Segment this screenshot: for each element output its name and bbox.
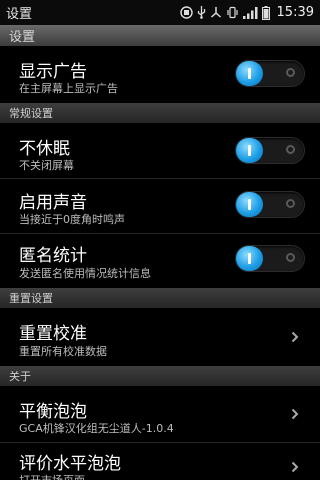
vibrate-icon: [226, 6, 239, 20]
status-icons: 15:39: [179, 5, 314, 20]
settings-screen: 设置 15:39 设置 显示广告 在主屏幕上显示广告 常规设置 不休眠 不关闭屏…: [0, 0, 320, 480]
anon-stats-title: 匿名统计: [19, 246, 87, 266]
toggle-knob: [236, 246, 263, 271]
page-title: 设置: [0, 25, 320, 46]
chevron-right-icon: [289, 459, 301, 475]
reset-calibration-row[interactable]: 重置校准 重置所有校准数据: [0, 309, 320, 365]
status-time: 15:39: [276, 5, 314, 20]
anon-stats-row[interactable]: 匿名统计 发送匿名使用情况统计信息: [0, 234, 320, 288]
anon-stats-toggle[interactable]: [236, 246, 304, 271]
section-reset-settings: 重置设置: [0, 288, 320, 308]
sound-subtitle: 当接近于0度角时鸣声: [19, 213, 125, 226]
reset-calibration-title: 重置校准: [19, 324, 87, 344]
reset-calibration-subtitle: 重置所有校准数据: [19, 345, 107, 358]
rate-app-title: 评价水平泡泡: [19, 454, 121, 474]
no-sleep-title: 不休眠: [19, 139, 70, 159]
anon-stats-subtitle: 发送匿名使用情况统计信息: [19, 267, 151, 280]
chevron-right-icon: [289, 329, 301, 345]
no-sleep-toggle[interactable]: [236, 138, 304, 163]
section-about: 关于: [0, 366, 320, 386]
sound-title: 启用声音: [19, 193, 87, 213]
status-bar-title: 设置: [6, 7, 33, 22]
section-general-settings: 常规设置: [0, 103, 320, 123]
sound-toggle[interactable]: [236, 192, 304, 217]
sync-icon: [179, 6, 193, 20]
no-sleep-row[interactable]: 不休眠 不关闭屏幕: [0, 124, 320, 178]
toggle-knob: [236, 138, 263, 163]
about-app-row[interactable]: 平衡泡泡 GCA机锋汉化组无尘道人-1.0.4: [0, 387, 320, 442]
show-ads-toggle[interactable]: [236, 61, 304, 86]
toggle-off-indicator: [286, 145, 295, 154]
sound-row[interactable]: 启用声音 当接近于0度角时鸣声: [0, 179, 320, 233]
status-bar: 设置 15:39: [0, 0, 320, 25]
toggle-knob: [236, 61, 263, 86]
rate-app-row[interactable]: 评价水平泡泡 打开市场页面: [0, 443, 320, 480]
no-sleep-subtitle: 不关闭屏幕: [19, 159, 74, 172]
show-ads-title: 显示广告: [19, 62, 87, 82]
toggle-knob: [236, 192, 263, 217]
show-ads-subtitle: 在主屏幕上显示广告: [19, 82, 118, 95]
usb-icon: [197, 6, 206, 20]
signal-icon: [242, 6, 258, 20]
toggle-off-indicator: [286, 253, 295, 262]
rate-app-subtitle: 打开市场页面: [19, 472, 85, 480]
share-icon: [210, 6, 222, 20]
toggle-off-indicator: [286, 199, 295, 208]
battery-icon: [261, 5, 270, 20]
chevron-right-icon: [289, 406, 301, 422]
show-ads-row[interactable]: 显示广告 在主屏幕上显示广告: [0, 47, 320, 102]
about-app-subtitle: GCA机锋汉化组无尘道人-1.0.4: [19, 422, 174, 435]
toggle-off-indicator: [286, 68, 295, 77]
about-app-title: 平衡泡泡: [19, 402, 87, 422]
